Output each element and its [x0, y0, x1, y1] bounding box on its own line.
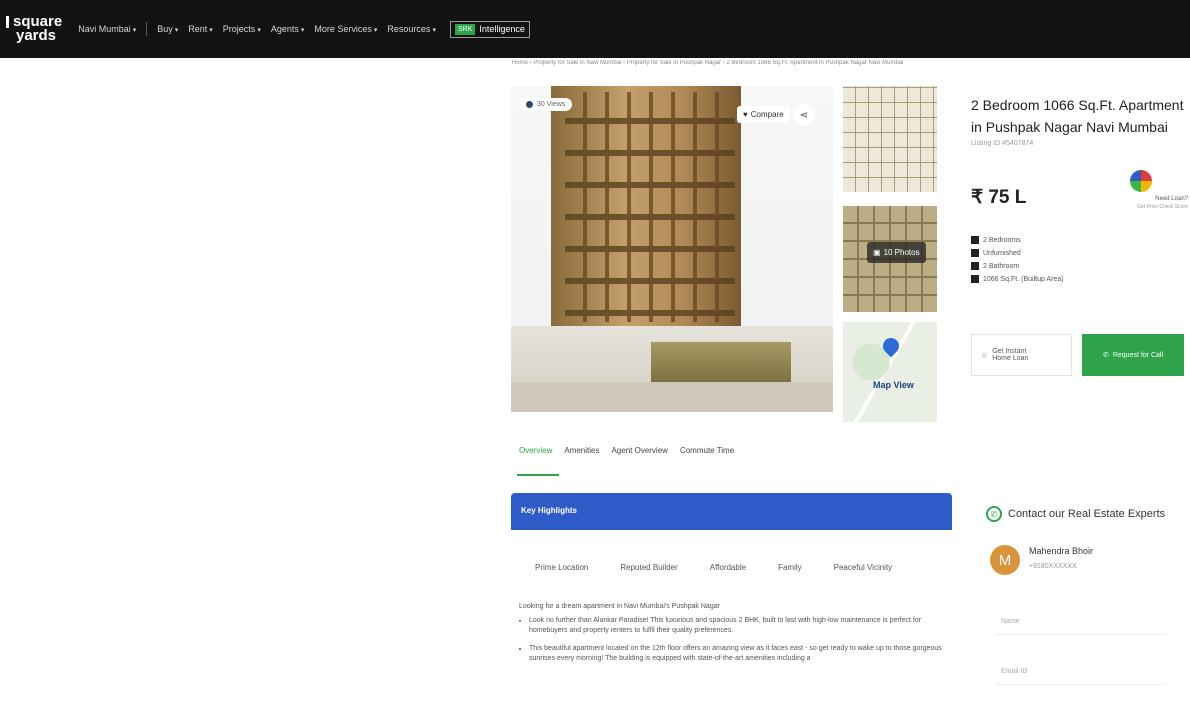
bathtub-icon	[971, 262, 979, 270]
spec-furnishing: Unfurnished	[971, 249, 1064, 257]
map-view-thumbnail[interactable]: Map View	[843, 322, 937, 422]
tab-amenities[interactable]: Amenities	[564, 446, 599, 455]
spec-bathrooms: 2 Bathroom	[971, 262, 1064, 270]
nav-item-rent[interactable]: Rent ▾	[188, 24, 213, 34]
price-score-gauge-icon[interactable]	[1130, 170, 1152, 192]
views-badge: 30 Views	[519, 98, 573, 111]
main-nav: Navi Mumbai ▾ Buy ▾ Rent ▾ Projects ▾ Agents…	[78, 20, 530, 38]
bed-icon	[971, 236, 979, 244]
highlight-chip: Prime Location	[535, 563, 589, 572]
detail-tabs: Overview Amenities Agent Overview Commut…	[519, 446, 734, 455]
highlight-chip: Family	[778, 563, 802, 572]
highlight-chip: Reputed Builder	[620, 563, 678, 572]
tab-agent-overview[interactable]: Agent Overview	[611, 446, 667, 455]
active-tab-indicator	[517, 474, 559, 476]
nav-item-projects[interactable]: Projects ▾	[223, 24, 261, 34]
floor-plan-thumbnail[interactable]	[843, 86, 937, 192]
price-check-label: Get Price Check Score	[1137, 204, 1188, 210]
nav-item-resources[interactable]: Resources ▾	[387, 24, 436, 34]
phone-icon: ✆	[1102, 352, 1109, 359]
phone-circle-icon: ✆	[986, 506, 1002, 522]
chevron-down-icon: ▾	[174, 27, 179, 34]
bank-icon: ⌂	[982, 351, 987, 359]
highlight-chip: Affordable	[709, 563, 747, 572]
map-view-label: Map View	[873, 380, 914, 390]
chevron-down-icon: ▾	[209, 27, 213, 34]
spec-bedrooms: 2 Bedrooms	[971, 236, 1064, 244]
compare-button[interactable]: ♥ Compare	[737, 106, 790, 123]
tab-overview[interactable]: Overview	[519, 446, 552, 455]
nav-item-navi-mumbai[interactable]: Navi Mumbai ▾	[78, 24, 136, 34]
chevron-down-icon: ▾	[132, 27, 137, 34]
chevron-down-icon: ▾	[373, 27, 378, 34]
building-windows-image	[565, 92, 735, 322]
podium-lower-image	[511, 382, 833, 412]
listing-title: 2 Bedroom 1066 Sq.Ft. Apartment in Pushp…	[971, 97, 1184, 135]
camera-icon: ▣	[873, 248, 881, 257]
intelligence-badge: SRK	[454, 23, 476, 35]
intelligence-button[interactable]: SRK Intelligence	[449, 20, 530, 38]
chevron-down-icon: ▾	[257, 27, 261, 34]
nav-item-more-services[interactable]: More Services ▾	[314, 24, 377, 34]
eye-icon	[526, 101, 533, 108]
nav-item-agents[interactable]: Agents ▾	[271, 24, 305, 34]
agent-avatar: M	[990, 545, 1020, 575]
property-specs: 2 Bedrooms Unfurnished 2 Bathroom 1066 S…	[971, 236, 1064, 288]
contact-experts-heading: ✆ Contact our Real Estate Experts	[986, 506, 1165, 522]
map-pin-icon	[879, 334, 903, 358]
listing-id: Listing ID #5407874	[971, 140, 1034, 147]
request-call-button[interactable]: ✆ Request for Call	[1082, 334, 1184, 376]
share-button[interactable]: ⋖	[793, 104, 815, 126]
agent-phone: +9180XXXXXX	[1029, 563, 1077, 570]
chevron-down-icon: ▾	[432, 27, 436, 34]
nav-divider	[146, 22, 148, 36]
name-input-underline	[996, 634, 1166, 635]
loan-prompt-label[interactable]: Need Loan?	[1118, 196, 1188, 202]
email-input-underline	[996, 684, 1166, 685]
sofa-icon	[971, 249, 979, 257]
photos-thumbnail[interactable]: ▣ 10 Photos	[843, 206, 937, 312]
listing-price: ₹ 75 L	[971, 187, 1027, 208]
podium-glass-image	[651, 342, 791, 382]
photo-count-pill[interactable]: ▣ 10 Photos	[867, 242, 926, 263]
description-bullets: Look no further than Alankar Paradise! T…	[529, 616, 949, 664]
logo-text-line2: yards	[16, 27, 57, 44]
logo-mark-icon	[6, 16, 9, 28]
intelligence-label: Intelligence	[479, 24, 525, 34]
description-bullet: Look no further than Alankar Paradise! T…	[529, 616, 949, 636]
breadcrumb[interactable]: Home › Property for Sale in Navi Mumbai …	[512, 60, 952, 66]
home-icon	[971, 275, 979, 283]
tab-commute-time[interactable]: Commute Time	[680, 446, 734, 455]
description-bullet: This beautiful apartment located on the …	[529, 644, 949, 664]
chevron-down-icon: ▾	[300, 27, 305, 34]
main-property-photo[interactable]: 30 Views ♥ Compare ⋖	[511, 86, 833, 412]
share-icon: ⋖	[799, 109, 809, 121]
top-navbar: square yards Navi Mumbai ▾ Buy ▾ Rent ▾ Pro…	[0, 0, 1190, 58]
key-highlights-header: Key Highlights	[511, 493, 952, 530]
square-yards-logo[interactable]: square yards	[6, 14, 62, 44]
property-description: Looking for a dream apartment in Navi Mu…	[519, 602, 949, 672]
highlight-chip: Peaceful Vicinity	[833, 563, 893, 572]
description-intro: Looking for a dream apartment in Navi Mu…	[519, 603, 720, 610]
key-highlights-chips: Prime Location Reputed Builder Affordabl…	[535, 563, 892, 572]
heart-icon: ♥	[743, 110, 748, 119]
home-loan-button[interactable]: ⌂ Get Instant Home Loan	[971, 334, 1072, 376]
nav-item-buy[interactable]: Buy ▾	[157, 24, 178, 34]
spec-area: 1066 Sq.Ft. (Builtup Area)	[971, 275, 1064, 283]
email-input[interactable]: Email ID	[1001, 668, 1027, 675]
agent-name: Mahendra Bhoir	[1029, 546, 1094, 556]
name-input[interactable]: Name	[1001, 618, 1020, 625]
